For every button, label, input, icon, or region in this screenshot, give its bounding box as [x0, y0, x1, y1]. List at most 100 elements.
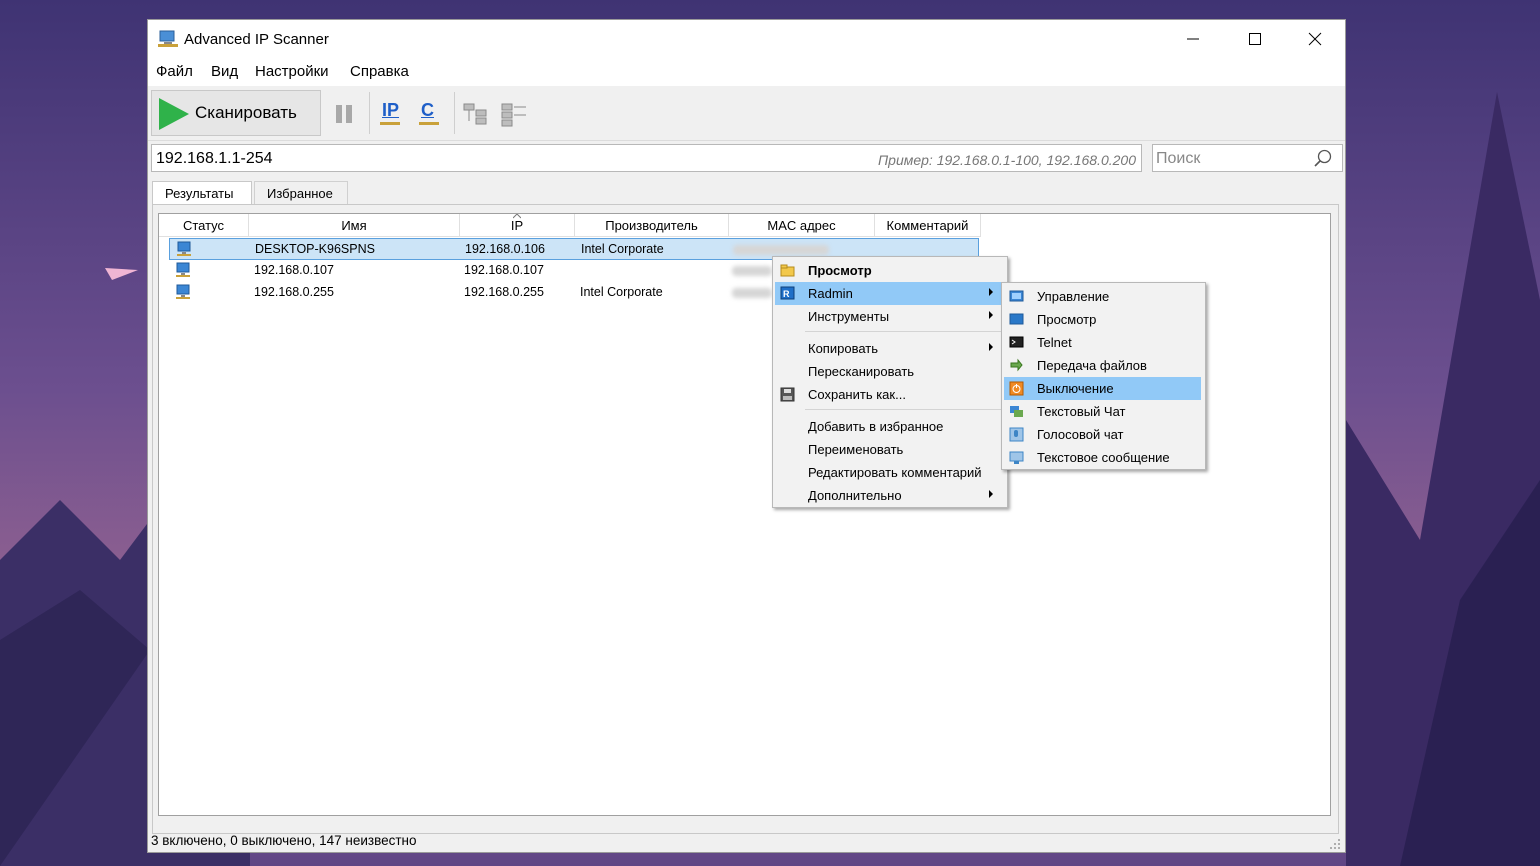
submenu-item-text-chat-label: Текстовый Чат	[1037, 404, 1126, 419]
radmin-submenu: Управление Просмотр Telnet Передача файл…	[1001, 282, 1206, 470]
c-button-underline-icon	[419, 122, 439, 125]
menu-item-advanced-label: Дополнительно	[808, 488, 902, 503]
tab-favorites[interactable]: Избранное	[254, 181, 348, 205]
menu-file[interactable]: Файл	[156, 63, 193, 80]
column-header-ip[interactable]: IP	[460, 214, 575, 237]
text-chat-icon	[1010, 406, 1023, 417]
ip-range-button[interactable]: IP	[378, 98, 406, 128]
menu-item-view[interactable]: Просмотр	[775, 259, 1005, 282]
tab-strip: Результаты Избранное	[148, 179, 1345, 206]
submenu-item-control[interactable]: Управление	[1004, 285, 1201, 308]
menu-help[interactable]: Справка	[350, 63, 409, 80]
text-message-icon	[1009, 451, 1024, 464]
row-name: DESKTOP-K96SPNS	[255, 242, 375, 256]
address-row: 192.168.1.1-254 Пример: 192.168.0.1-100,…	[148, 141, 1345, 175]
svg-text:R: R	[783, 289, 790, 299]
mac-address-redacted	[732, 288, 772, 298]
menu-item-tools[interactable]: Инструменты	[775, 305, 1005, 328]
column-header-vendor[interactable]: Производитель	[575, 214, 729, 237]
menu-item-rescan-label: Пересканировать	[808, 364, 915, 379]
submenu-item-view[interactable]: Просмотр	[1004, 308, 1201, 331]
title-bar: Advanced IP Scanner	[148, 20, 1345, 58]
submenu-item-text-message[interactable]: Текстовое сообщение	[1004, 446, 1201, 469]
submenu-arrow-icon	[989, 311, 993, 319]
row-ip: 192.168.0.107	[464, 263, 544, 277]
maximize-button[interactable]	[1224, 20, 1286, 58]
ip-range-input[interactable]: 192.168.1.1-254 Пример: 192.168.0.1-100,…	[151, 144, 1142, 172]
maximize-icon	[1249, 33, 1261, 45]
scan-button-label: Сканировать	[195, 103, 297, 122]
submenu-item-telnet-label: Telnet	[1037, 335, 1072, 350]
menu-item-copy[interactable]: Копировать	[775, 337, 1005, 360]
expand-all-button[interactable]	[462, 98, 490, 128]
menu-item-add-favorite[interactable]: Добавить в избранное	[775, 415, 1005, 438]
computer-online-icon	[176, 284, 190, 299]
app-logo-icon	[158, 30, 178, 47]
status-text: 3 включено, 0 выключено, 147 неизвестно	[151, 833, 417, 848]
submenu-item-voice-chat[interactable]: Голосовой чат	[1004, 423, 1201, 446]
submenu-arrow-icon	[989, 343, 993, 351]
menu-item-rename[interactable]: Переименовать	[775, 438, 1005, 461]
status-bar: 3 включено, 0 выключено, 147 неизвестно	[148, 832, 1345, 852]
menu-item-view-label: Просмотр	[808, 263, 872, 278]
ip-range-value: 192.168.1.1-254	[156, 150, 273, 167]
menu-item-tools-label: Инструменты	[808, 309, 890, 324]
row-vendor: Intel Corporate	[580, 285, 663, 299]
window-title: Advanced IP Scanner	[184, 31, 329, 48]
submenu-item-text-chat[interactable]: Текстовый Чат	[1004, 400, 1201, 423]
ip-button-label: IP	[382, 100, 400, 120]
submenu-item-voice-chat-label: Голосовой чат	[1037, 427, 1124, 442]
save-icon	[780, 387, 795, 402]
search-icon[interactable]	[1314, 149, 1332, 167]
play-icon	[159, 98, 189, 130]
menu-view[interactable]: Вид	[211, 63, 238, 80]
minimize-icon	[1187, 38, 1199, 40]
menu-item-save-as[interactable]: Сохранить как...	[775, 383, 1005, 406]
control-icon	[1009, 290, 1024, 302]
class-c-subnet-button[interactable]: C	[417, 98, 445, 128]
submenu-item-file-transfer-label: Передача файлов	[1037, 358, 1147, 373]
row-name: 192.168.0.255	[254, 285, 334, 299]
minimize-button[interactable]	[1162, 20, 1224, 58]
column-header-ip-label: IP	[510, 218, 524, 233]
close-button[interactable]	[1284, 20, 1346, 58]
context-menu: Просмотр R Radmin Инструменты Копировать…	[772, 256, 1008, 508]
menu-item-edit-comment[interactable]: Редактировать комментарий	[775, 461, 1005, 484]
column-header-name[interactable]: Имя	[249, 214, 460, 237]
tab-results[interactable]: Результаты	[152, 181, 252, 206]
menu-item-radmin[interactable]: R Radmin	[775, 282, 1005, 305]
search-input[interactable]: Поиск	[1152, 144, 1343, 172]
column-header-mac[interactable]: MAC адрес	[729, 214, 875, 237]
menu-settings[interactable]: Настройки	[255, 63, 329, 80]
ip-button-underline-icon	[380, 122, 400, 125]
menu-item-save-as-label: Сохранить как...	[808, 387, 906, 402]
ip-range-hint: Пример: 192.168.0.1-100, 192.168.0.200	[878, 152, 1136, 168]
submenu-item-control-label: Управление	[1037, 289, 1110, 304]
computer-online-icon	[176, 262, 190, 277]
resize-grip-icon[interactable]	[1329, 838, 1341, 850]
shutdown-icon	[1009, 381, 1024, 396]
column-header-comment[interactable]: Комментарий	[875, 214, 981, 237]
submenu-arrow-icon	[989, 490, 993, 498]
pause-button[interactable]	[332, 98, 360, 128]
submenu-item-text-message-label: Текстовое сообщение	[1037, 450, 1170, 465]
scan-button[interactable]: Сканировать	[151, 90, 321, 136]
row-name: 192.168.0.107	[254, 263, 334, 277]
menu-item-advanced[interactable]: Дополнительно	[775, 484, 1005, 507]
collapse-all-button[interactable]	[500, 98, 528, 128]
submenu-item-file-transfer[interactable]: Передача файлов	[1004, 354, 1201, 377]
voice-chat-icon	[1009, 427, 1024, 442]
menu-separator	[805, 409, 1005, 410]
column-header-status[interactable]: Статус	[159, 214, 249, 237]
telnet-icon	[1009, 336, 1024, 348]
submenu-arrow-icon	[989, 288, 993, 296]
submenu-item-shutdown[interactable]: Выключение	[1004, 377, 1201, 400]
folder-icon	[780, 264, 795, 277]
computer-online-icon	[177, 241, 191, 256]
submenu-item-shutdown-label: Выключение	[1037, 381, 1114, 396]
menu-item-edit-comment-label: Редактировать комментарий	[808, 465, 982, 480]
toolbar-separator	[454, 92, 455, 134]
close-icon	[1308, 32, 1322, 46]
menu-item-rescan[interactable]: Пересканировать	[775, 360, 1005, 383]
submenu-item-telnet[interactable]: Telnet	[1004, 331, 1201, 354]
